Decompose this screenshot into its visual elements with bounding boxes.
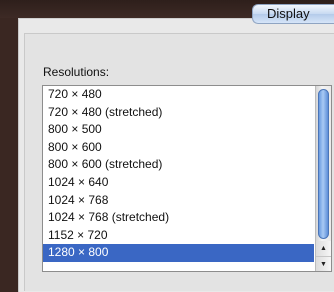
- scrollbar-arrows: ▲ ▼: [315, 241, 331, 271]
- scrollbar-thumb[interactable]: [318, 89, 329, 239]
- resolution-item-1024x768-stretched[interactable]: 1024 × 768 (stretched): [43, 209, 314, 227]
- resolution-item-800x500[interactable]: 800 × 500: [43, 121, 314, 139]
- scroll-up-arrow-icon[interactable]: ▲: [316, 241, 331, 256]
- resolutions-list[interactable]: 720 × 480 720 × 480 (stretched) 800 × 50…: [42, 85, 332, 272]
- tab-display[interactable]: Display: [252, 4, 334, 24]
- resolution-item-1024x640[interactable]: 1024 × 640: [43, 174, 314, 192]
- resolution-item-720x480-stretched[interactable]: 720 × 480 (stretched): [43, 104, 314, 122]
- resolution-item-800x600-stretched[interactable]: 800 × 600 (stretched): [43, 156, 314, 174]
- list-scrollbar[interactable]: ▲ ▼: [315, 86, 331, 271]
- resolution-item-720x480[interactable]: 720 × 480: [43, 86, 314, 104]
- resolution-item-1152x720[interactable]: 1152 × 720: [43, 227, 314, 245]
- scroll-down-arrow-icon[interactable]: ▼: [316, 256, 331, 271]
- resolution-item-1024x768[interactable]: 1024 × 768: [43, 192, 314, 210]
- resolutions-label: Resolutions:: [43, 65, 110, 79]
- resolution-item-1280x800[interactable]: 1280 × 800: [43, 244, 314, 262]
- resolution-item-800x600[interactable]: 800 × 600: [43, 139, 314, 157]
